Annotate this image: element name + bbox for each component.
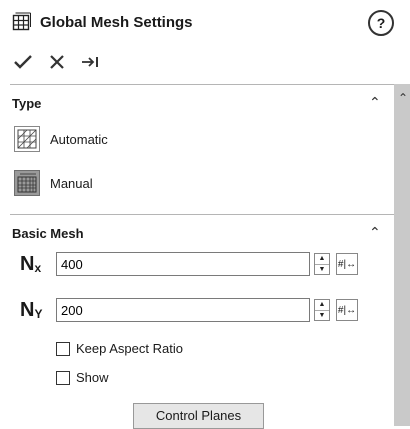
scrollbar[interactable] (394, 84, 410, 426)
control-planes-button[interactable]: Control Planes (133, 403, 264, 429)
keep-aspect-ratio-checkbox[interactable]: Keep Aspect Ratio (56, 341, 183, 356)
nx-row: Nx ▲ ▼ #|↔ (20, 252, 358, 276)
basic-mesh-section-header[interactable]: Basic Mesh (12, 226, 84, 241)
nx-spinner[interactable]: ▲ ▼ (314, 253, 330, 275)
checkbox-box[interactable] (56, 370, 70, 385)
ny-input[interactable] (56, 298, 310, 322)
scroll-up-icon[interactable]: ⌃ (398, 92, 408, 104)
page-title: Global Mesh Settings (40, 13, 193, 31)
type-option-manual[interactable]: Manual (14, 170, 93, 196)
type-option-label: Manual (50, 175, 93, 191)
show-checkbox[interactable]: Show (56, 370, 109, 385)
nx-input[interactable] (56, 252, 310, 276)
spin-up-icon[interactable]: ▲ (315, 300, 329, 310)
ny-row: NY ▲ ▼ #|↔ (20, 298, 358, 322)
spin-up-icon[interactable]: ▲ (315, 254, 329, 264)
pin-button[interactable] (80, 51, 102, 73)
ny-label: NY (20, 298, 43, 321)
collapse-caret-icon[interactable]: ⌃ (369, 94, 381, 111)
pushpin-icon (82, 57, 98, 67)
type-option-automatic[interactable]: Automatic (14, 126, 108, 152)
cells-count-toggle-icon[interactable]: #|↔ (336, 253, 358, 275)
checkmark-icon (14, 55, 32, 69)
type-option-label: Automatic (50, 131, 108, 147)
manual-mesh-icon (14, 170, 40, 196)
global-mesh-icon (12, 12, 32, 32)
ny-spinner[interactable]: ▲ ▼ (314, 299, 330, 321)
nx-label: Nx (20, 252, 42, 275)
spin-down-icon[interactable]: ▼ (315, 309, 329, 321)
panel-header: Global Mesh Settings ? (12, 8, 402, 36)
collapse-caret-icon[interactable]: ⌃ (369, 224, 381, 241)
divider (10, 214, 394, 215)
ok-button[interactable] (12, 51, 34, 73)
toolbar (12, 50, 114, 74)
property-manager-panel: Global Mesh Settings ? Type ⌃ Automatic … (0, 0, 394, 429)
cells-count-toggle-icon[interactable]: #|↔ (336, 299, 358, 321)
type-section-header[interactable]: Type (12, 96, 41, 111)
automatic-mesh-icon (14, 126, 40, 152)
checkbox-label: Keep Aspect Ratio (76, 341, 183, 356)
divider (10, 84, 394, 85)
cancel-button[interactable] (46, 51, 68, 73)
close-icon (50, 55, 64, 69)
help-icon[interactable]: ? (368, 10, 394, 36)
spin-down-icon[interactable]: ▼ (315, 263, 329, 275)
checkbox-label: Show (76, 370, 109, 385)
checkbox-box[interactable] (56, 341, 70, 356)
